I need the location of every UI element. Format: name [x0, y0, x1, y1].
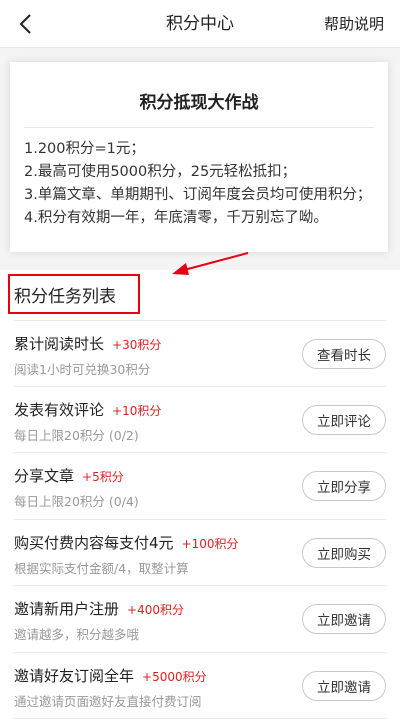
help-link[interactable]: 帮助说明 [324, 0, 384, 48]
task-desc: 阅读1小时可兑换30积分 [14, 362, 151, 377]
task-name: 邀请新用户注册 [14, 600, 120, 618]
task-desc: 通过邀请页面邀好友直接付费订阅 [14, 693, 202, 709]
rules-list: 1.200积分=1元； 2.最高可使用5000积分，25元轻松抵扣； 3.单篇文… [10, 128, 388, 230]
task-list-title: 积分任务列表 [14, 286, 116, 307]
task-list-header-highlight: 积分任务列表 [8, 274, 140, 314]
task-row: 邀请好友订阅全年 +5000积分 通过邀请页面邀好友直接付费订阅 立即邀请 [14, 653, 386, 719]
rule-line: 4.积分有效期一年，年底清零，千万别忘了呦。 [24, 210, 328, 226]
task-name: 邀请好友订阅全年 [14, 666, 135, 685]
task-desc: 根据实际支付金额/4，取整计算 [14, 560, 189, 576]
back-button[interactable] [8, 6, 42, 42]
top-nav-bar: 积分中心 帮助说明 [0, 0, 400, 48]
task-name: 分享文章 [14, 467, 75, 485]
task-row: 购买付费内容每支付4元 +100积分 根据实际支付金额/4，取整计算 立即购买 [14, 520, 386, 586]
task-row: 发表有效评论 +10积分 每日上限20积分 (0/2) 立即评论 [14, 387, 386, 453]
task-list: 累计阅读时长 +30积分 阅读1小时可兑换30积分 查看时长 发表有效评论 +10积… [0, 320, 400, 719]
points-rules-card: 积分抵现大作战 1.200积分=1元； 2.最高可使用5000积分，25元轻松抵… [10, 62, 388, 252]
task-row: 邀请新用户注册 +400积分 邀请越多，积分越多哦 立即邀请 [14, 586, 386, 653]
task-name: 发表有效评论 [14, 400, 105, 419]
chevron-left-icon [19, 14, 31, 34]
task-points: +400积分 [127, 603, 184, 617]
invite-register-button[interactable]: 立即邀请 [302, 604, 386, 634]
task-points: +5积分 [82, 470, 124, 484]
task-desc: 每日上限20积分 (0/2) [14, 427, 139, 443]
view-duration-button[interactable]: 查看时长 [302, 339, 386, 369]
comment-now-button[interactable]: 立即评论 [302, 404, 386, 435]
rules-title: 积分抵现大作战 [139, 93, 259, 113]
invite-subscribe-button[interactable]: 立即邀请 [302, 670, 386, 701]
task-desc: 邀请越多，积分越多哦 [14, 627, 140, 642]
rule-line: 2.最高可使用5000积分，25元轻松抵扣； [24, 164, 297, 180]
task-points: +30积分 [112, 338, 162, 352]
task-points: +10积分 [112, 403, 162, 418]
rule-line: 3.单篇文章、单期期刊、订阅年度会员均可使用积分； [24, 187, 372, 203]
task-row: 累计阅读时长 +30积分 阅读1小时可兑换30积分 查看时长 [14, 320, 386, 387]
task-name: 累计阅读时长 [14, 335, 105, 353]
task-points: +100积分 [181, 536, 239, 551]
task-row: 分享文章 +5积分 每日上限20积分 (0/4) 立即分享 [14, 453, 386, 520]
task-points: +5000积分 [142, 669, 207, 684]
task-desc: 每日上限20积分 (0/4) [14, 494, 139, 509]
task-section: 积分任务列表 累计阅读时长 +30积分 阅读1小时可兑换30积分 查看时长 发表有… [0, 270, 400, 724]
buy-now-button[interactable]: 立即购买 [302, 537, 386, 568]
share-now-button[interactable]: 立即分享 [302, 471, 386, 501]
rule-line: 1.200积分=1元； [24, 141, 145, 157]
task-name: 购买付费内容每支付4元 [14, 533, 174, 552]
